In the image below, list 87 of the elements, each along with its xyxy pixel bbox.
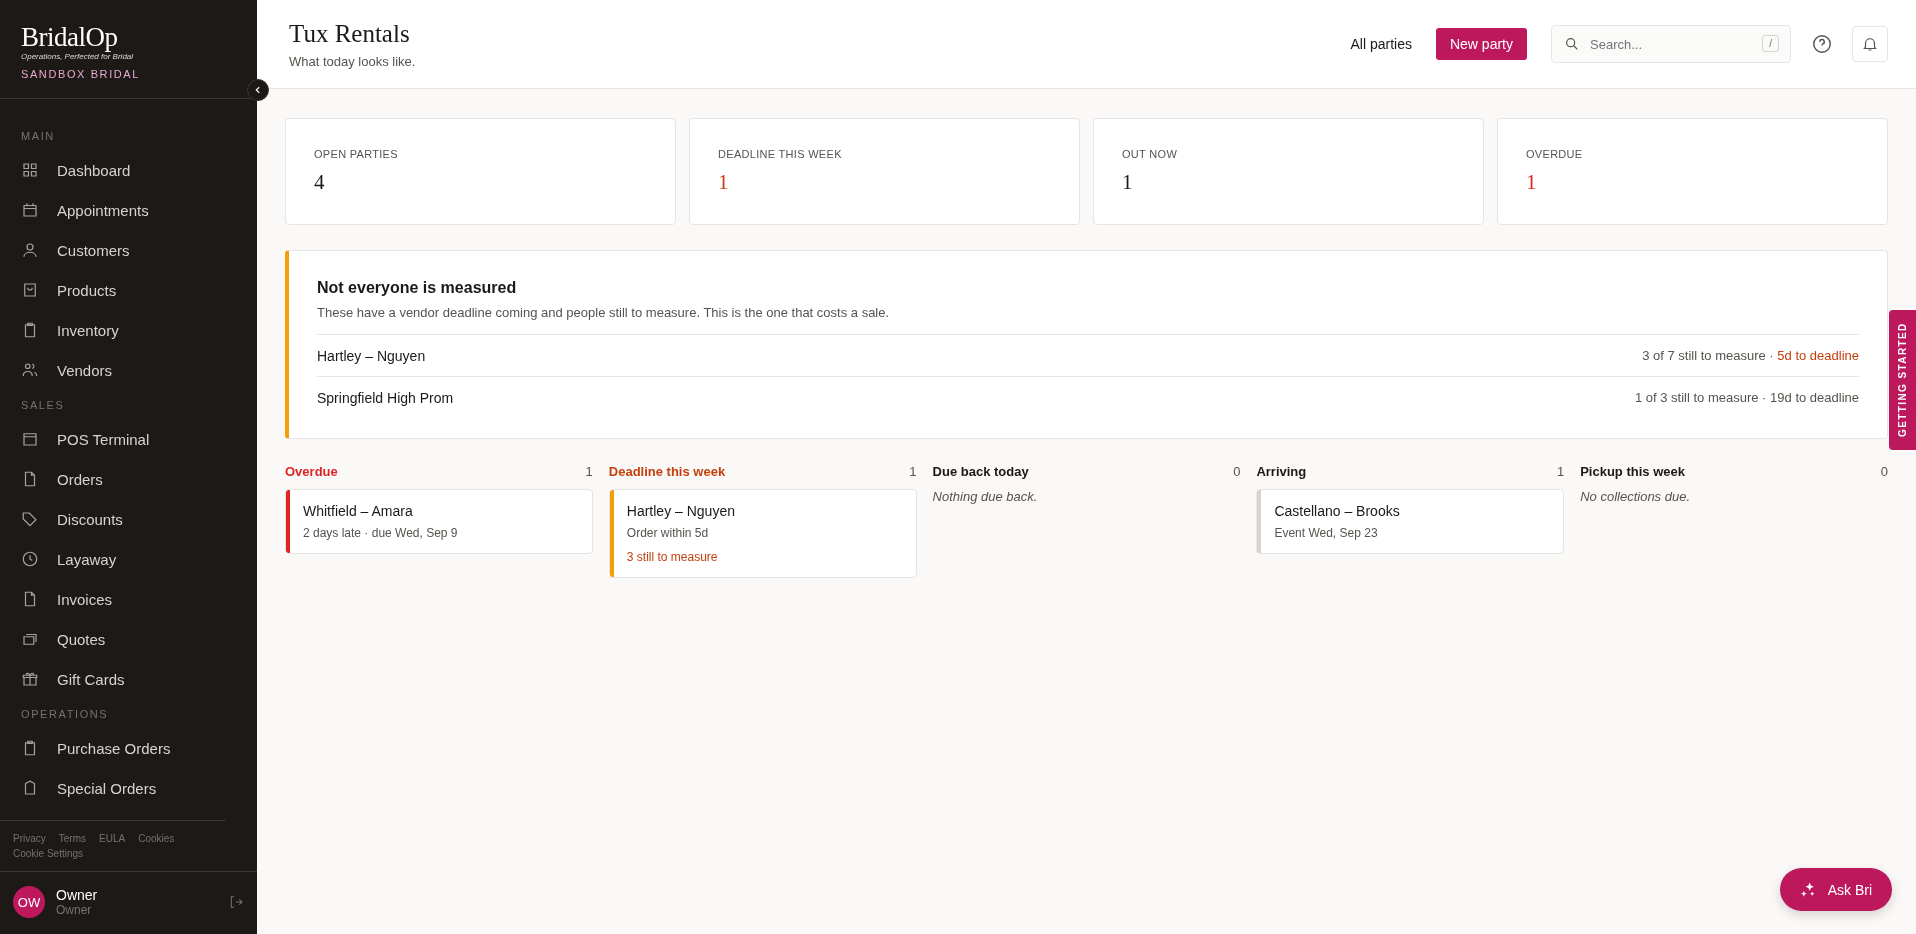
column-title: Arriving — [1256, 464, 1307, 479]
stat-label: DEADLINE THIS WEEK — [718, 148, 843, 160]
getting-started-tab[interactable]: GETTING STARTED — [1889, 310, 1916, 450]
nav-section-label: MAIN — [20, 129, 56, 144]
search-icon — [1564, 36, 1580, 52]
notifications-button[interactable] — [1852, 26, 1888, 62]
shortcut-key: / — [1762, 35, 1779, 52]
measure-status: 3 of 7 still to measure · 5d to deadline — [1642, 348, 1859, 363]
sidebar-item[interactable]: POS Terminal — [0, 419, 257, 459]
party-card[interactable]: Castellano – Brooks Event Wed, Sep 23 — [1256, 489, 1565, 554]
column-title: Pickup this week — [1580, 464, 1685, 479]
sidebar-item[interactable]: Purchase Orders — [0, 728, 257, 768]
measure-status: 1 of 3 still to measure · 19d to deadline — [1634, 390, 1859, 405]
logo-tagline: Operations, Perfected for Bridal — [21, 52, 135, 61]
sidebar-item[interactable]: Invoices — [0, 579, 257, 619]
nav-icon — [21, 510, 39, 528]
nav-icon — [21, 161, 39, 179]
help-icon[interactable] — [1811, 33, 1833, 55]
nav-icon — [21, 670, 39, 688]
column-count: 0 — [1233, 464, 1241, 479]
empty-message: Nothing due back. — [932, 489, 1039, 504]
party-card[interactable]: Whitfield – Amara 2 days late · due Wed, Sep 9 — [285, 489, 593, 554]
party-name[interactable]: Springfield High Prom — [317, 389, 454, 406]
nav-icon — [21, 430, 39, 448]
column-count: 0 — [1880, 464, 1888, 479]
nav-icon — [21, 281, 39, 299]
card-detail: 2 days late · due Wed, Sep 9 — [303, 526, 459, 540]
chevron-left-icon — [253, 85, 263, 95]
page-title: Tux Rentals — [289, 19, 411, 48]
logout-icon[interactable] — [228, 894, 244, 910]
logo-text: BridalOp — [21, 24, 119, 51]
sidebar-item[interactable]: Products — [0, 270, 257, 310]
sidebar-item[interactable]: Orders — [0, 459, 257, 499]
stat-value: 1 — [718, 170, 730, 195]
footer-link[interactable]: EULA — [99, 833, 126, 844]
nav-icon — [21, 201, 39, 219]
page-subtitle: What today looks like. — [289, 53, 416, 69]
footer-link[interactable]: Terms — [58, 833, 87, 844]
sidebar-item[interactable]: Quotes — [0, 619, 257, 659]
all-parties-link[interactable]: All parties — [1350, 36, 1412, 52]
footer-link[interactable]: Cookies — [138, 833, 175, 844]
sidebar-item[interactable]: Layaway — [0, 539, 257, 579]
card-detail: Order within 5d — [626, 526, 710, 540]
nav-icon — [21, 241, 39, 259]
nav-section-label: SALES — [20, 398, 66, 413]
nav-icon — [21, 550, 39, 568]
party-name[interactable]: Hartley – Nguyen — [317, 347, 426, 364]
stat-value: 1 — [1526, 170, 1538, 195]
alert-description: These have a vendor deadline coming and people still to measure. This is the one that costs a sale. — [317, 305, 891, 320]
column-count: 1 — [909, 464, 917, 479]
party-card[interactable]: Hartley – Nguyen Order within 5d 3 still to measure — [608, 489, 917, 578]
column-title: Due back today — [932, 464, 1029, 479]
empty-message: No collections due. — [1580, 489, 1692, 504]
store-name: SANDBOX BRIDAL — [21, 68, 141, 80]
stat-value: 4 — [314, 170, 326, 195]
column-count: 1 — [1556, 464, 1565, 479]
card-title: Whitfield – Amara — [303, 503, 414, 519]
sidebar-item[interactable]: Special Orders — [0, 768, 257, 808]
stat-label: OVERDUE — [1526, 148, 1584, 160]
sidebar-item[interactable]: Customers — [0, 230, 257, 270]
user-role: Owner — [56, 903, 93, 917]
card-title: Hartley – Nguyen — [626, 503, 736, 519]
user-avatar[interactable]: OW — [13, 886, 45, 918]
nav-section-label: OPERATIONS — [20, 707, 110, 722]
stat-label: OUT NOW — [1122, 148, 1179, 160]
stat-value: 1 — [1122, 170, 1134, 195]
sidebar-item[interactable]: Inventory — [0, 310, 257, 350]
sidebar-item[interactable]: Dashboard — [0, 150, 257, 190]
column-count: 1 — [585, 464, 593, 479]
card-title: Castellano – Brooks — [1274, 503, 1401, 519]
nav-icon — [21, 361, 39, 379]
footer-link[interactable]: Privacy — [13, 833, 46, 844]
sidebar-item[interactable]: Discounts — [0, 499, 257, 539]
stat-label: OPEN PARTIES — [314, 148, 399, 160]
column-title: Overdue — [285, 464, 338, 479]
sidebar-item[interactable]: Gift Cards — [0, 659, 257, 699]
column-title: Deadline this week — [608, 464, 726, 479]
bell-icon — [1861, 35, 1879, 53]
ask-assistant-button[interactable]: Ask Bri — [1779, 868, 1892, 911]
sidebar-item[interactable]: Vendors — [0, 350, 257, 390]
new-party-button[interactable]: New party — [1435, 28, 1527, 60]
user-name: Owner — [56, 887, 99, 903]
card-detail: Event Wed, Sep 23 — [1274, 526, 1379, 540]
footer-link[interactable]: Cookie Settings — [13, 848, 84, 859]
alert-title: Not everyone is measured — [317, 279, 518, 297]
card-detail: 3 still to measure — [626, 550, 719, 564]
sidebar-item[interactable]: Appointments — [0, 190, 257, 230]
